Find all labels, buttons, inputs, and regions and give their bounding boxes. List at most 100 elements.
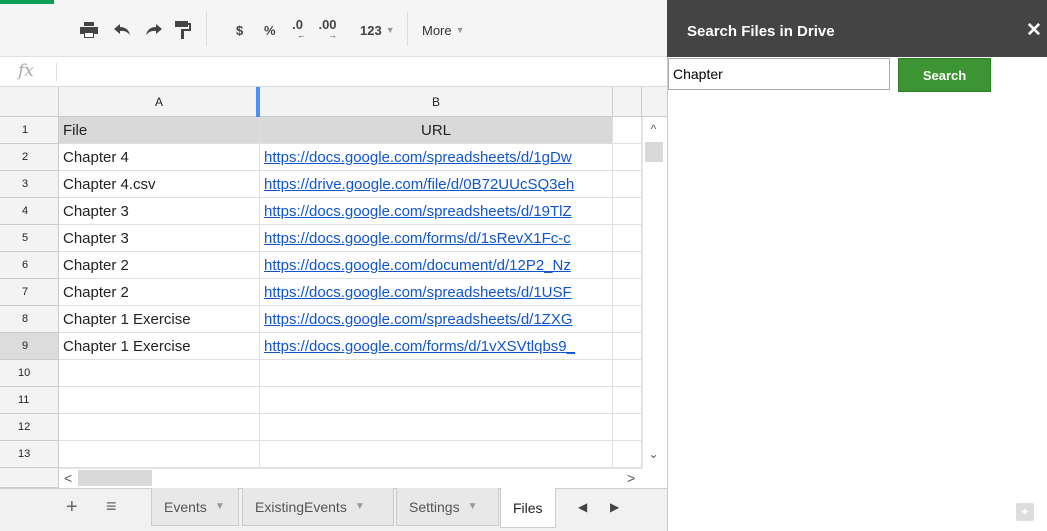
cell-file[interactable]: Chapter 4.csv (59, 171, 260, 198)
cell-empty[interactable] (613, 144, 642, 171)
paint-format-icon[interactable] (175, 20, 191, 40)
scroll-down-icon[interactable]: ⌄ (642, 447, 665, 461)
row-header[interactable]: 2 (0, 144, 59, 171)
cell-url[interactable]: https://docs.google.com/spreadsheets/d/1… (260, 144, 613, 171)
cell-empty[interactable] (613, 171, 642, 198)
add-sheet-icon[interactable]: + (66, 496, 78, 519)
cell-url[interactable]: https://docs.google.com/spreadsheets/d/1… (260, 279, 613, 306)
cell-file[interactable] (59, 360, 260, 387)
tab-events[interactable]: Events ▼ (151, 488, 239, 526)
row-header[interactable]: 4 (0, 198, 59, 225)
scroll-left-icon[interactable]: < (64, 470, 72, 486)
url-link[interactable]: https://drive.google.com/file/d/0B72UUcS… (264, 176, 574, 193)
more-menu-button[interactable]: More ▼ (422, 20, 465, 40)
select-all-corner[interactable] (0, 87, 59, 117)
row-header[interactable]: 8 (0, 306, 59, 333)
row-header[interactable]: 5 (0, 225, 59, 252)
undo-icon[interactable] (112, 20, 132, 40)
tab-existing-events[interactable]: ExistingEvents ▼ (242, 488, 394, 526)
row-header[interactable]: 7 (0, 279, 59, 306)
cell-empty[interactable] (613, 279, 642, 306)
cell-file[interactable]: Chapter 1 Exercise (59, 306, 260, 333)
cell-file[interactable] (59, 387, 260, 414)
url-link[interactable]: https://docs.google.com/spreadsheets/d/1… (264, 311, 573, 328)
cell-file[interactable]: Chapter 4 (59, 144, 260, 171)
url-link[interactable]: https://docs.google.com/forms/d/1sRevX1F… (264, 230, 571, 247)
cell-file[interactable]: Chapter 3 (59, 225, 260, 252)
cell-url[interactable] (260, 414, 613, 441)
cell-url[interactable]: https://drive.google.com/file/d/0B72UUcS… (260, 171, 613, 198)
row-header[interactable]: 12 (0, 414, 59, 441)
column-header-a[interactable]: A (59, 87, 260, 117)
row-header[interactable]: 11 (0, 387, 59, 414)
cell-empty[interactable] (613, 333, 642, 360)
url-link[interactable]: https://docs.google.com/document/d/12P2_… (264, 257, 571, 274)
decrease-decimal-button[interactable]: .0 ← (289, 18, 306, 40)
vertical-scroll-thumb[interactable] (645, 142, 663, 162)
cell-empty[interactable] (613, 225, 642, 252)
redo-icon[interactable] (144, 20, 164, 40)
cell-url[interactable] (260, 387, 613, 414)
scroll-up-icon[interactable]: ^ (642, 122, 665, 136)
increase-decimal-button[interactable]: .00 → (318, 18, 337, 40)
cell-empty[interactable] (613, 306, 642, 333)
column-header-c[interactable] (613, 87, 642, 117)
horizontal-scroll-thumb[interactable] (78, 470, 152, 486)
search-input[interactable] (668, 58, 890, 90)
close-icon[interactable]: ✕ (1026, 19, 1042, 42)
explore-icon[interactable]: ✦ (1016, 503, 1034, 521)
cell-empty[interactable] (613, 387, 642, 414)
cell-url[interactable]: https://docs.google.com/spreadsheets/d/1… (260, 306, 613, 333)
tab-label: Files (513, 499, 543, 516)
chevron-down-icon: ▼ (467, 501, 478, 512)
row-header[interactable]: 13 (0, 441, 59, 468)
row-header[interactable]: 6 (0, 252, 59, 279)
tab-settings[interactable]: Settings ▼ (396, 488, 499, 526)
cell-url[interactable]: https://docs.google.com/spreadsheets/d/1… (260, 198, 613, 225)
search-button[interactable]: Search (898, 58, 991, 92)
cell-file[interactable]: Chapter 1 Exercise (59, 333, 260, 360)
cell-url[interactable] (260, 360, 613, 387)
vertical-scrollbar[interactable] (642, 117, 665, 468)
cell-url[interactable]: https://docs.google.com/forms/d/1vXSVtlq… (260, 333, 613, 360)
chevron-down-icon: ▼ (385, 25, 395, 35)
cell-url[interactable] (260, 441, 613, 468)
row-header[interactable]: 1 (0, 117, 59, 144)
cell-file[interactable]: Chapter 2 (59, 252, 260, 279)
cell-empty[interactable] (613, 252, 642, 279)
cell-a1[interactable]: File (59, 117, 260, 144)
cell-url[interactable]: https://docs.google.com/document/d/12P2_… (260, 252, 613, 279)
cell-file[interactable] (59, 441, 260, 468)
cell-empty[interactable] (613, 441, 642, 468)
cell-c1[interactable] (613, 117, 642, 144)
cell-empty[interactable] (613, 414, 642, 441)
url-link[interactable]: https://docs.google.com/spreadsheets/d/1… (264, 149, 572, 166)
cell-url[interactable]: https://docs.google.com/forms/d/1sRevX1F… (260, 225, 613, 252)
row-header[interactable]: 3 (0, 171, 59, 198)
row-header[interactable]: 10 (0, 360, 59, 387)
cell-b1[interactable]: URL (260, 117, 613, 144)
more-formats-button[interactable]: 123 ▼ (360, 20, 395, 40)
row-header[interactable]: 9 (0, 333, 59, 360)
tab-scroll-right-icon[interactable]: ▶ (610, 500, 619, 514)
tab-files[interactable]: Files (500, 488, 556, 528)
url-link[interactable]: https://docs.google.com/spreadsheets/d/1… (264, 284, 572, 301)
cell-empty[interactable] (613, 360, 642, 387)
cell-file[interactable]: Chapter 2 (59, 279, 260, 306)
url-link[interactable]: https://docs.google.com/forms/d/1vXSVtlq… (264, 338, 575, 355)
print-icon[interactable] (80, 20, 98, 40)
formula-bar[interactable]: fx (0, 57, 667, 87)
cell-empty[interactable] (613, 198, 642, 225)
cell-file[interactable]: Chapter 3 (59, 198, 260, 225)
cell-file[interactable] (59, 414, 260, 441)
scroll-header (642, 87, 667, 117)
sidebar-title: Search Files in Drive (687, 23, 835, 40)
scroll-right-icon[interactable]: > (627, 470, 635, 486)
currency-format-button[interactable]: $ (236, 20, 243, 40)
percent-format-button[interactable]: % (264, 20, 276, 40)
column-header-b[interactable]: B (260, 87, 613, 117)
tab-label: ExistingEvents (255, 498, 347, 515)
all-sheets-icon[interactable]: ≡ (106, 496, 117, 517)
tab-scroll-left-icon[interactable]: ◀ (578, 500, 587, 514)
url-link[interactable]: https://docs.google.com/spreadsheets/d/1… (264, 203, 572, 220)
